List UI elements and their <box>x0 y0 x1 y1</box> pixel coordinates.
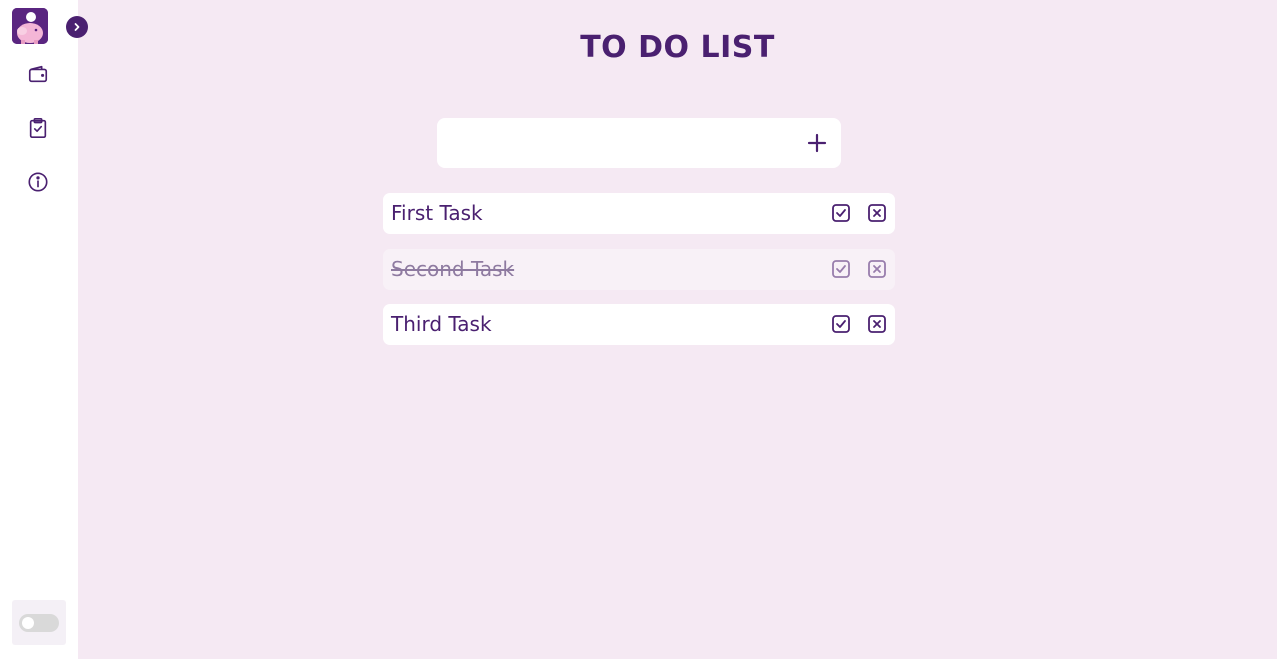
delete-square-icon[interactable] <box>867 314 887 334</box>
sidebar <box>0 0 78 659</box>
task-item: Second Task <box>383 249 895 290</box>
toggle-knob <box>22 616 34 629</box>
delete-square-icon[interactable] <box>867 203 887 223</box>
info-icon[interactable] <box>26 170 50 194</box>
theme-toggle[interactable] <box>19 613 59 632</box>
add-task-bar <box>437 118 841 168</box>
task-label: Third Task <box>391 312 492 336</box>
task-item: Third Task <box>383 304 895 345</box>
task-item: First Task <box>383 193 895 234</box>
clipboard-check-icon[interactable] <box>26 116 50 140</box>
piggy-bank-icon[interactable] <box>12 8 48 44</box>
task-label: First Task <box>391 201 483 225</box>
check-square-icon[interactable] <box>831 259 851 279</box>
check-square-icon[interactable] <box>831 203 851 223</box>
theme-toggle-container <box>12 600 66 645</box>
new-task-input[interactable] <box>437 118 797 168</box>
plus-icon[interactable] <box>805 131 829 155</box>
page-title: TO DO LIST <box>580 30 775 65</box>
check-square-icon[interactable] <box>831 314 851 334</box>
main-content: TO DO LIST First Task Second Task Third … <box>78 0 1277 659</box>
task-label: Second Task <box>391 257 515 281</box>
wallet-icon[interactable] <box>26 62 50 86</box>
delete-square-icon[interactable] <box>867 259 887 279</box>
chevron-right-icon[interactable] <box>66 16 88 38</box>
app-window: TO DO LIST First Task Second Task Third … <box>0 0 1277 659</box>
